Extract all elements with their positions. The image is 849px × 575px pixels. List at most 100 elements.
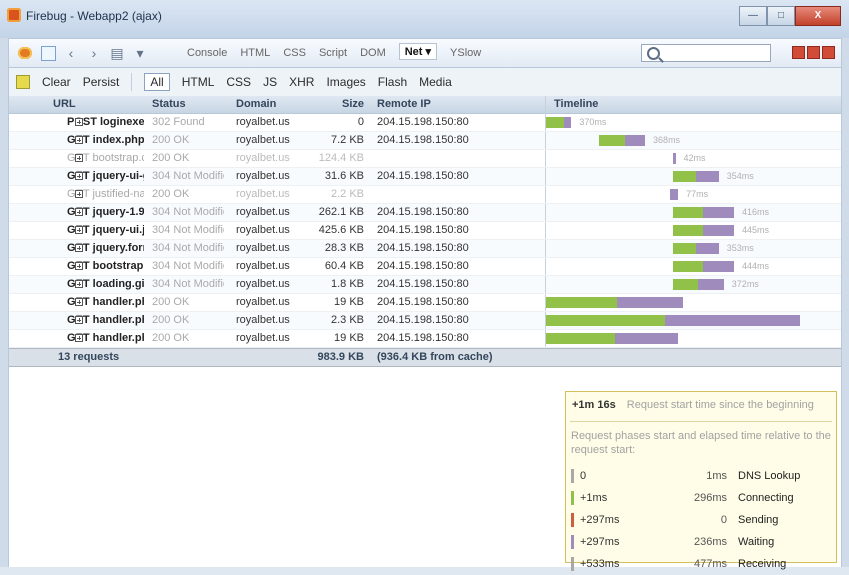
- filter-media-button[interactable]: Media: [419, 75, 452, 89]
- url-cell[interactable]: GET loading.gif: [9, 276, 144, 293]
- timeline-cell[interactable]: 832ms: [545, 294, 800, 311]
- filter-css-button[interactable]: CSS: [226, 75, 251, 89]
- timeline-cell[interactable]: 353ms: [545, 240, 800, 257]
- tab-script[interactable]: Script: [319, 47, 347, 59]
- tab-net[interactable]: Net ▾: [398, 43, 438, 60]
- total-size: 983.9 KB: [317, 351, 364, 363]
- table-row[interactable]: GET handler.php 200 OK royalbet.us 19 KB…: [9, 294, 841, 312]
- phase-elapsed: 296ms: [693, 492, 727, 504]
- tab-console[interactable]: Console: [187, 47, 227, 59]
- close-button[interactable]: X: [795, 6, 841, 26]
- url-cell[interactable]: GET handler.php: [9, 312, 144, 329]
- table-row[interactable]: GET bootstrap.j 304 Not Modified royalbe…: [9, 258, 841, 276]
- table-row[interactable]: POST loginexec. 302 Found royalbet.us 0 …: [9, 114, 841, 132]
- filter-xhr-button[interactable]: XHR: [289, 75, 314, 89]
- url-cell[interactable]: POST loginexec.: [9, 114, 144, 131]
- close-panel-icon[interactable]: [822, 46, 835, 59]
- inspect-icon[interactable]: [40, 45, 56, 61]
- minimize-panel-icon[interactable]: [792, 46, 805, 59]
- table-row[interactable]: GET handler.php 200 OK royalbet.us 19 KB…: [9, 330, 841, 348]
- timeline-cell[interactable]: 368ms: [545, 132, 800, 149]
- phase-name: Waiting: [738, 536, 775, 548]
- minimize-button[interactable]: —: [739, 6, 767, 26]
- url-cell[interactable]: GET handler.php: [9, 294, 144, 311]
- expand-icon[interactable]: [75, 316, 83, 324]
- table-row[interactable]: GET loading.gif 304 Not Modified royalbe…: [9, 276, 841, 294]
- url-cell[interactable]: GET jquery-1.9.: [9, 204, 144, 221]
- status-cell: 304 Not Modified: [152, 206, 224, 218]
- table-row[interactable]: GET bootstrap.c 200 OK royalbet.us 124.4…: [9, 150, 841, 168]
- waiting-segment: [698, 279, 724, 290]
- timeline-cell[interactable]: 42ms: [545, 150, 800, 167]
- filter-all-button[interactable]: All: [144, 73, 170, 91]
- url-cell[interactable]: GET index.php: [9, 132, 144, 149]
- persist-button[interactable]: Persist: [83, 75, 120, 89]
- table-row[interactable]: GET jquery-ui.js 304 Not Modified royalb…: [9, 222, 841, 240]
- table-row[interactable]: GET jquery.form 304 Not Modified royalbe…: [9, 240, 841, 258]
- tab-yslow[interactable]: YSlow: [450, 47, 481, 59]
- blank-icon[interactable]: ▤: [109, 45, 125, 61]
- filter-js-button[interactable]: JS: [263, 75, 277, 89]
- clear-button[interactable]: Clear: [42, 75, 71, 89]
- dropdown-icon[interactable]: ▾: [132, 45, 148, 61]
- timeline-cell[interactable]: 354ms: [545, 168, 800, 185]
- back-icon[interactable]: ‹: [63, 45, 79, 61]
- tab-dom[interactable]: DOM: [360, 47, 386, 59]
- expand-icon[interactable]: [75, 190, 83, 198]
- timeline-cell[interactable]: 77ms: [545, 186, 800, 203]
- tab-html[interactable]: HTML: [240, 47, 270, 59]
- url-cell[interactable]: GET jquery-ui-g: [9, 168, 144, 185]
- search-input[interactable]: [641, 44, 771, 62]
- url-cell[interactable]: GET jquery.form: [9, 240, 144, 257]
- forward-icon[interactable]: ›: [86, 45, 102, 61]
- size-cell: 262.1 KB: [318, 206, 364, 218]
- expand-icon[interactable]: [75, 172, 83, 180]
- url-cell[interactable]: GET bootstrap.j: [9, 258, 144, 275]
- phase-name: Sending: [738, 514, 779, 526]
- table-row[interactable]: GET handler.php 200 OK royalbet.us 2.3 K…: [9, 312, 841, 330]
- timeline-cell[interactable]: 445ms: [545, 222, 800, 239]
- maximize-button[interactable]: □: [767, 6, 795, 26]
- expand-icon[interactable]: [75, 244, 83, 252]
- expand-icon[interactable]: [75, 280, 83, 288]
- expand-icon[interactable]: [75, 226, 83, 234]
- filter-images-button[interactable]: Images: [326, 75, 365, 89]
- timeline-label: 372ms: [731, 279, 759, 289]
- filter-flash-button[interactable]: Flash: [378, 75, 407, 89]
- table-row[interactable]: GET index.php 200 OK royalbet.us 7.2 KB …: [9, 132, 841, 150]
- tab-css[interactable]: CSS: [283, 47, 306, 59]
- remote-ip-header[interactable]: Remote IP: [369, 96, 545, 113]
- table-row[interactable]: GET jquery-ui-g 304 Not Modified royalbe…: [9, 168, 841, 186]
- expand-icon[interactable]: [75, 262, 83, 270]
- table-row[interactable]: GET jquery-1.9. 304 Not Modified royalbe…: [9, 204, 841, 222]
- status-cell: 200 OK: [152, 152, 190, 164]
- timeline-cell[interactable]: 394ms: [545, 312, 800, 329]
- url-cell[interactable]: GET jquery-ui.js: [9, 222, 144, 239]
- remote-ip-cell: 204.15.198.150:80: [377, 296, 469, 308]
- timeline-cell[interactable]: 370ms: [545, 114, 800, 131]
- filter-html-button[interactable]: HTML: [182, 75, 215, 89]
- expand-icon[interactable]: [75, 334, 83, 342]
- table-row[interactable]: GET justified-na 200 OK royalbet.us 2.2 …: [9, 186, 841, 204]
- domain-header[interactable]: Domain: [224, 96, 304, 113]
- phase-color-icon: [571, 469, 574, 483]
- expand-icon[interactable]: [75, 154, 83, 162]
- timeline-cell[interactable]: 372ms: [545, 276, 800, 293]
- expand-icon[interactable]: [75, 136, 83, 144]
- expand-icon[interactable]: [75, 118, 83, 126]
- phase-color-icon: [571, 491, 574, 505]
- status-header[interactable]: Status: [144, 96, 224, 113]
- timeline-header[interactable]: Timeline: [545, 96, 799, 113]
- timeline-cell[interactable]: 1.03s: [545, 330, 800, 347]
- net-options-icon[interactable]: [16, 75, 30, 89]
- url-cell[interactable]: GET bootstrap.c: [9, 150, 144, 167]
- firebug-menu-icon[interactable]: [17, 45, 33, 61]
- expand-icon[interactable]: [75, 208, 83, 216]
- expand-icon[interactable]: [75, 298, 83, 306]
- timeline-cell[interactable]: 444ms: [545, 258, 800, 275]
- size-header[interactable]: Size: [304, 96, 369, 113]
- url-cell[interactable]: GET handler.php: [9, 330, 144, 347]
- url-cell[interactable]: GET justified-na: [9, 186, 144, 203]
- detach-panel-icon[interactable]: [807, 46, 820, 59]
- timeline-cell[interactable]: 416ms: [545, 204, 800, 221]
